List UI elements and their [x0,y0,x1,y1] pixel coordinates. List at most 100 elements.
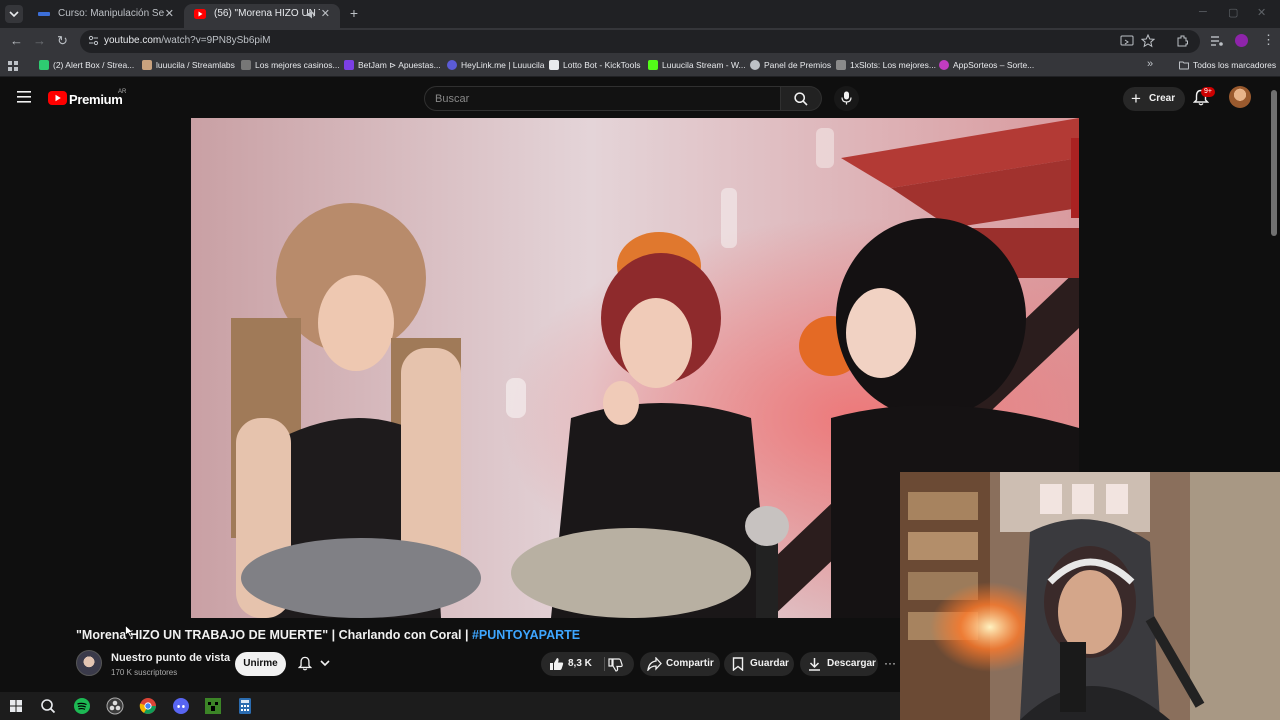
url-host: youtube.com [104,35,162,46]
cast-icon[interactable] [1120,34,1134,48]
youtube-masthead: Premium AR + Crear 9+ [0,78,1280,118]
close-icon[interactable]: ✕ [321,4,330,24]
reload-icon[interactable]: ↻ [57,34,68,48]
forward-icon[interactable]: → [33,34,46,48]
mouse-cursor-icon [125,625,134,638]
create-button[interactable]: + Crear [1123,87,1185,111]
bookmark-alert-box[interactable]: (2) Alert Box / Strea... [39,60,134,70]
join-button[interactable]: Unirme [235,652,286,676]
share-label: Compartir [666,658,714,669]
browser-menu-icon[interactable]: ⋮ [1262,33,1275,47]
thumbs-down-icon[interactable] [608,658,623,672]
bookmark-heylink[interactable]: HeyLink.me | Luuucila [447,60,544,70]
course-favicon-icon [38,12,50,16]
download-label: Descargar [827,658,876,669]
search-icon [794,92,808,106]
tab-search-button[interactable] [5,5,23,23]
bookmark-panel-premios[interactable]: Panel de Premios [750,60,831,70]
bookmark-label: AppSorteos – Sorte... [953,60,1035,70]
account-avatar[interactable] [1229,86,1251,108]
share-button[interactable]: Compartir [640,652,720,676]
minecraft-icon[interactable] [204,697,222,715]
youtube-logo-icon[interactable] [48,91,67,105]
tab-course[interactable]: Curso: Manipulación Segura de ✕ [28,4,184,28]
bookmark-label: 1xSlots: Los mejores... [850,60,936,70]
browser-toolbar: ← → ↻ youtube.com/watch?v=9PN8ySb6piM ⋮ [0,28,1280,55]
kick-favicon-icon [648,60,658,70]
profile-avatar[interactable] [1235,34,1248,47]
media-controls-icon[interactable] [1210,34,1224,48]
windows-icon[interactable] [7,697,25,715]
close-icon[interactable]: ✕ [165,4,174,24]
like-divider [604,657,605,671]
search-icon[interactable] [39,697,57,715]
alert-box-favicon-icon [39,60,49,70]
1xslots-favicon-icon [836,60,846,70]
folder-icon [1179,61,1189,70]
back-icon[interactable]: ← [10,34,23,48]
video-hashtag-link[interactable]: #PUNTOYAPARTE [472,628,580,642]
bookmark-label: Panel de Premios [764,60,832,70]
minimize-icon[interactable]: ─ [1199,6,1207,18]
window-close-icon[interactable]: ✕ [1257,6,1266,19]
address-bar[interactable]: youtube.com/watch?v=9PN8ySb6piM [80,30,1200,53]
download-button[interactable]: Descargar [800,652,878,676]
casino-favicon-icon [241,60,251,70]
chrome-icon[interactable] [139,697,157,715]
spotify-icon[interactable] [73,697,91,715]
bookmark-kicktools[interactable]: Lotto Bot - KickTools [549,60,640,70]
maximize-icon[interactable]: ▢ [1228,6,1238,19]
bookmark-betjam[interactable]: BetJam ⊳ Apuestas... [344,60,441,71]
chevron-down-icon[interactable] [320,660,330,667]
premium-wordmark[interactable]: Premium [69,92,123,107]
video-title: "Morena HIZO UN TRABAJO DE MUERTE" | Cha… [76,628,580,642]
streamlabs-favicon-icon [142,60,152,70]
bookmark-label: Los mejores casinos... [255,60,340,70]
bookmark-streamlabs[interactable]: luuucila / Streamlabs [142,60,235,70]
search-input[interactable] [435,87,765,110]
betjam-favicon-icon [344,60,354,70]
like-dislike-group: 8,3 K [541,652,634,676]
bookmark-kick-stream[interactable]: Luuucila Stream - W... [648,60,746,70]
bookmark-icon [732,657,744,671]
site-info-icon[interactable] [88,35,99,46]
like-count[interactable]: 8,3 K [568,652,592,676]
speaker-icon[interactable] [307,10,317,19]
subscription-bell-icon[interactable] [298,656,312,671]
bookmark-1xslots[interactable]: 1xSlots: Los mejores... [836,60,936,70]
discord-icon[interactable] [172,697,190,715]
voice-search-button[interactable] [834,86,859,111]
channel-avatar[interactable] [76,650,102,676]
search-button[interactable] [781,86,822,111]
bookmark-label: BetJam ⊳ Apuestas... [358,60,441,70]
new-tab-button[interactable]: + [346,6,362,22]
more-bookmarks-icon[interactable]: » [1147,58,1153,70]
tab-youtube-title: (56) "Morena HIZO UN TRA [214,8,320,19]
bookmark-label: Todos los marcadores [1193,60,1277,70]
bookmarks-bar: (2) Alert Box / Strea... luuucila / Stre… [0,55,1280,77]
bookmark-appsorteos[interactable]: AppSorteos – Sorte... [939,60,1034,70]
youtube-favicon-icon [194,9,206,19]
share-icon [647,657,662,671]
save-label: Guardar [750,658,789,669]
streamer-webcam-overlay [900,472,1280,720]
more-actions-button[interactable]: ··· [884,652,904,676]
tab-youtube-video[interactable]: (56) "Morena HIZO UN TRA ✕ [184,4,340,28]
appsorteos-favicon-icon [939,60,949,70]
thumbs-up-icon[interactable] [549,657,564,671]
all-bookmarks-folder[interactable]: Todos los marcadores [1179,60,1276,70]
subscriber-count: 170 K suscriptores [111,668,178,677]
obs-icon[interactable] [106,697,124,715]
apps-grid-icon[interactable] [8,61,18,71]
calculator-icon[interactable] [236,697,254,715]
extensions-icon[interactable] [1175,34,1189,48]
hamburger-menu-icon[interactable] [17,91,31,103]
channel-name[interactable]: Nuestro punto de vista [111,652,230,664]
download-icon [809,658,820,671]
page-scrollbar[interactable] [1271,90,1277,236]
bookmark-casinos[interactable]: Los mejores casinos... [241,60,340,70]
microphone-icon [841,91,852,105]
bookmark-label: (2) Alert Box / Strea... [53,60,135,70]
bookmark-star-icon[interactable] [1141,34,1155,48]
save-button[interactable]: Guardar [724,652,794,676]
